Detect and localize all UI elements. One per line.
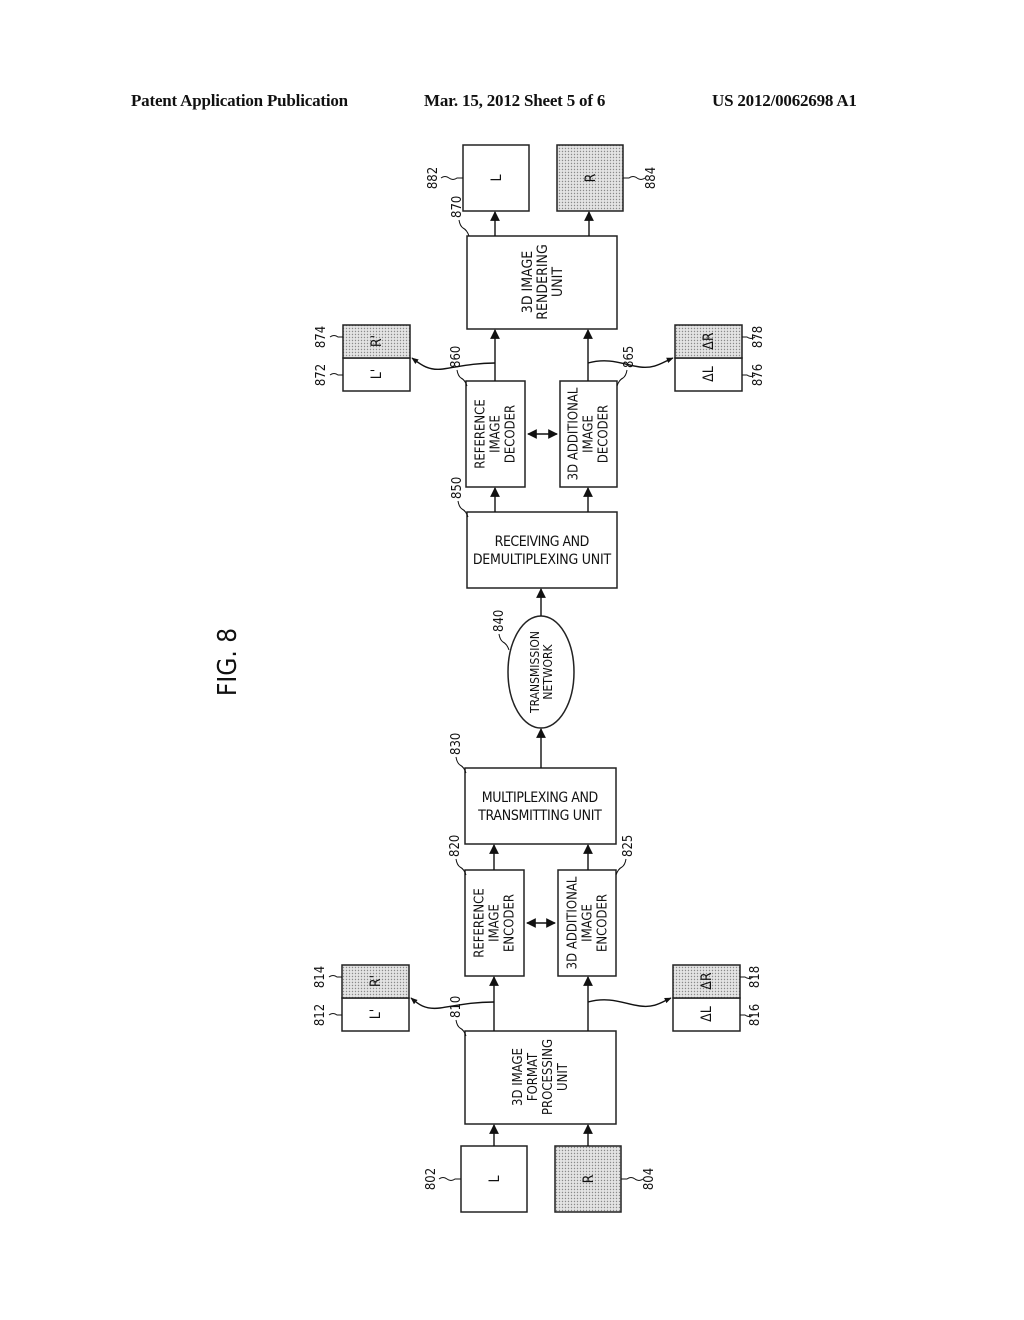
- box-label-812: L': [368, 1009, 384, 1019]
- label-820-line-2: IMAGE: [488, 904, 503, 942]
- label-865-line-2: IMAGE: [582, 415, 597, 453]
- fig8-diagram: FIG. 8 3D IMAGE RENDERING UNITREFERENCE …: [213, 144, 766, 1213]
- box-label-874: R': [369, 335, 385, 347]
- label-840-line-1: TRANSMISSION: [528, 631, 542, 714]
- box-label-804: R: [581, 1174, 597, 1183]
- label-865-line-1: 3D ADDITIONAL: [567, 387, 582, 480]
- label-865-line-3: DECODER: [597, 405, 612, 463]
- ref-numeral-825: 825: [621, 835, 636, 857]
- ref-numeral-802: 802: [424, 1168, 439, 1190]
- label-850-line-1: RECEIVING AND: [495, 534, 590, 550]
- label-870-line-1: 3D IMAGE: [520, 251, 536, 313]
- ref-numeral-860: 860: [449, 346, 464, 368]
- ref-numeral-820: 820: [448, 835, 463, 857]
- label-820-line-1: REFERENCE: [473, 888, 488, 957]
- ref-numeral-874: 874: [314, 326, 329, 348]
- label-830-line-1: MULTIPLEXING AND: [482, 790, 598, 806]
- ref-numeral-816: 816: [748, 1004, 763, 1026]
- box-label-882: L: [489, 174, 505, 181]
- label-825-line-3: ENCODER: [596, 894, 611, 952]
- ref-numeral-818: 818: [748, 966, 763, 988]
- box-label-872: L': [369, 369, 385, 379]
- label-830-line-2: TRANSMITTING UNIT: [477, 808, 602, 824]
- box-label-878: ΔR: [701, 332, 717, 350]
- label-825-line-1: 3D ADDITIONAL: [566, 876, 581, 969]
- label-810-line-1: 3D IMAGE: [511, 1048, 526, 1106]
- label-860-line-1: REFERENCE: [474, 399, 489, 468]
- box-label-816: ΔL: [699, 1006, 715, 1022]
- label-860-line-3: DECODER: [504, 405, 519, 463]
- ref-numeral-876: 876: [751, 364, 766, 386]
- box-label-814: R': [368, 975, 384, 987]
- label-810-line-2: FORMAT: [526, 1052, 541, 1101]
- ref-numeral-865: 865: [622, 346, 637, 368]
- wavy-arrow-to-816-818: [587, 997, 672, 1008]
- ref-numeral-884: 884: [644, 167, 659, 189]
- label-825-line-2: IMAGE: [581, 904, 596, 942]
- label-810-line-4: UNIT: [556, 1062, 571, 1091]
- ref-numeral-878: 878: [751, 326, 766, 348]
- label-850-line-2: DEMULTIPLEXING UNIT: [473, 552, 612, 568]
- ref-numeral-830: 830: [449, 733, 464, 755]
- label-860-line-2: IMAGE: [489, 415, 504, 453]
- box-label-818: ΔR: [699, 972, 715, 990]
- label-820-line-3: ENCODER: [503, 894, 518, 952]
- label-870-line-2: RENDERING: [535, 244, 551, 319]
- label-870-line-3: UNIT: [550, 267, 566, 297]
- box-label-876: ΔL: [701, 366, 717, 382]
- label-840-line-2: NETWORK: [541, 643, 555, 699]
- ref-numeral-850: 850: [450, 477, 465, 499]
- figure-label: FIG. 8: [213, 628, 243, 696]
- ref-numeral-882: 882: [426, 167, 441, 189]
- ref-numeral-812: 812: [313, 1004, 328, 1026]
- box-label-884: R: [583, 173, 599, 182]
- box-label-802: L: [487, 1175, 503, 1182]
- ref-numeral-840: 840: [492, 610, 507, 632]
- ref-numeral-804: 804: [642, 1168, 657, 1190]
- ref-numeral-870: 870: [450, 196, 465, 218]
- label-810-line-3: PROCESSING: [541, 1039, 556, 1115]
- ref-numeral-810: 810: [449, 996, 464, 1018]
- ref-numeral-814: 814: [313, 966, 328, 988]
- ref-numeral-872: 872: [314, 364, 329, 386]
